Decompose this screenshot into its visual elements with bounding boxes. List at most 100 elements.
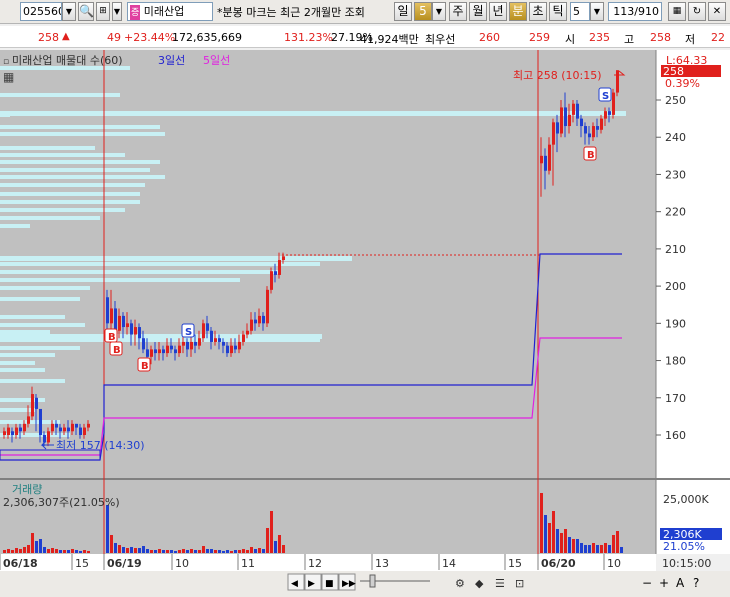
candle-body[interactable] [600, 118, 603, 130]
candle-body[interactable] [214, 338, 217, 342]
candle-body[interactable] [564, 107, 567, 127]
candle-body[interactable] [142, 338, 145, 350]
candle-body[interactable] [186, 341, 189, 350]
chart-type-icon[interactable]: ⊞ [96, 2, 110, 21]
sell-marker[interactable]: S [598, 87, 612, 102]
candle-body[interactable] [202, 323, 205, 339]
candle-body[interactable] [556, 122, 559, 134]
buy-marker[interactable]: B [104, 328, 118, 343]
candle-body[interactable] [63, 427, 66, 432]
zoom-slider-handle[interactable] [369, 574, 376, 588]
candle-body[interactable] [126, 323, 129, 328]
candle-body[interactable] [15, 427, 18, 435]
candle-body[interactable] [544, 155, 547, 171]
candle-body[interactable] [158, 349, 161, 354]
candle-body[interactable] [27, 416, 30, 424]
candle-body[interactable] [55, 423, 58, 428]
candle-body[interactable] [580, 118, 583, 127]
restore-icon[interactable]: ↻ [688, 2, 706, 21]
close-icon[interactable]: ✕ [708, 2, 726, 21]
tab-month[interactable]: 월 [469, 2, 487, 21]
candle-body[interactable] [568, 114, 571, 127]
tab-tick[interactable]: 틱 [549, 2, 567, 21]
candle-body[interactable] [23, 423, 26, 432]
candle-body[interactable] [71, 423, 74, 432]
toolbar-icon[interactable]: − [642, 576, 652, 590]
candle-body[interactable] [588, 133, 591, 138]
candle-body[interactable] [210, 330, 213, 342]
candle-body[interactable] [198, 338, 201, 346]
tab-second[interactable]: 초 [529, 2, 547, 21]
price-chart[interactable]: BBBSSB ▫ 미래산업 매물대 수(60) 3일선 5일선 ▦ L:64.3… [0, 50, 730, 597]
tab-year[interactable]: 년 [489, 2, 507, 21]
candle-body[interactable] [226, 345, 229, 354]
candle-body[interactable] [19, 427, 22, 432]
tab-week[interactable]: 주 [449, 2, 467, 21]
settings-icon[interactable]: ⊡ [515, 577, 524, 590]
candle-body[interactable] [282, 256, 285, 261]
candle-body[interactable] [592, 126, 595, 138]
candle-body[interactable] [162, 349, 165, 354]
search-icon[interactable]: 🔍 [78, 2, 94, 21]
sell-marker[interactable]: S [181, 323, 195, 338]
tab-minute[interactable]: 분 [509, 2, 527, 21]
tab-day[interactable]: 일 [394, 2, 412, 21]
candle-body[interactable] [218, 338, 221, 342]
candle-body[interactable] [11, 431, 14, 435]
candle-body[interactable] [560, 107, 563, 134]
candle-body[interactable] [110, 308, 113, 324]
buy-marker[interactable]: B [583, 146, 597, 161]
candle-body[interactable] [39, 408, 42, 435]
toolbar-icon[interactable]: + [659, 576, 669, 590]
candle-body[interactable] [278, 260, 281, 275]
settings-icon[interactable]: ☰ [495, 577, 505, 590]
candle-body[interactable] [83, 427, 86, 435]
candle-body[interactable] [616, 70, 619, 93]
candle-body[interactable] [130, 323, 133, 335]
candle-body[interactable] [584, 126, 587, 134]
grid-icon[interactable]: ▦ [668, 2, 686, 21]
candle-body[interactable] [230, 345, 233, 354]
candle-body[interactable] [114, 308, 117, 331]
candle-body[interactable] [222, 341, 225, 346]
interval-input[interactable]: 5 [570, 2, 590, 21]
candle-body[interactable] [182, 341, 185, 346]
candle-body[interactable] [51, 423, 54, 432]
candle-body[interactable] [31, 394, 34, 417]
toolbar-icon[interactable]: A [676, 576, 685, 590]
candle-body[interactable] [106, 297, 109, 324]
period-value[interactable]: 5 [414, 2, 432, 21]
candle-body[interactable] [572, 103, 575, 115]
candle-body[interactable] [166, 345, 169, 354]
candle-body[interactable] [246, 330, 249, 335]
stock-code-input[interactable]: 025560 [20, 2, 62, 21]
candle-body[interactable] [174, 349, 177, 354]
candle-body[interactable] [154, 349, 157, 354]
buy-marker[interactable]: B [137, 357, 151, 372]
candle-body[interactable] [59, 427, 62, 432]
candle-body[interactable] [270, 271, 273, 290]
settings-icon[interactable]: ⚙ [455, 577, 465, 590]
candle-body[interactable] [250, 319, 253, 331]
candle-body[interactable] [87, 423, 90, 428]
candle-body[interactable] [190, 341, 193, 350]
candle-body[interactable] [47, 431, 50, 443]
candle-body[interactable] [596, 126, 599, 130]
buy-marker[interactable]: B [109, 341, 123, 356]
candle-body[interactable] [35, 397, 38, 409]
candle-body[interactable] [576, 103, 579, 119]
candle-body[interactable] [254, 319, 257, 324]
candle-body[interactable] [138, 327, 141, 339]
candle-body[interactable] [266, 289, 269, 324]
candle-body[interactable] [242, 334, 245, 342]
candle-body[interactable] [552, 122, 555, 145]
candle-body[interactable] [604, 111, 607, 119]
candle-body[interactable] [206, 323, 209, 331]
page-count-field[interactable]: 113/910 [608, 2, 662, 21]
candle-body[interactable] [178, 345, 181, 354]
candle-body[interactable] [262, 315, 265, 324]
candle-body[interactable] [146, 349, 149, 357]
settings-icon[interactable]: ◆ [475, 577, 484, 590]
candle-body[interactable] [238, 341, 241, 350]
candle-body[interactable] [608, 111, 611, 115]
